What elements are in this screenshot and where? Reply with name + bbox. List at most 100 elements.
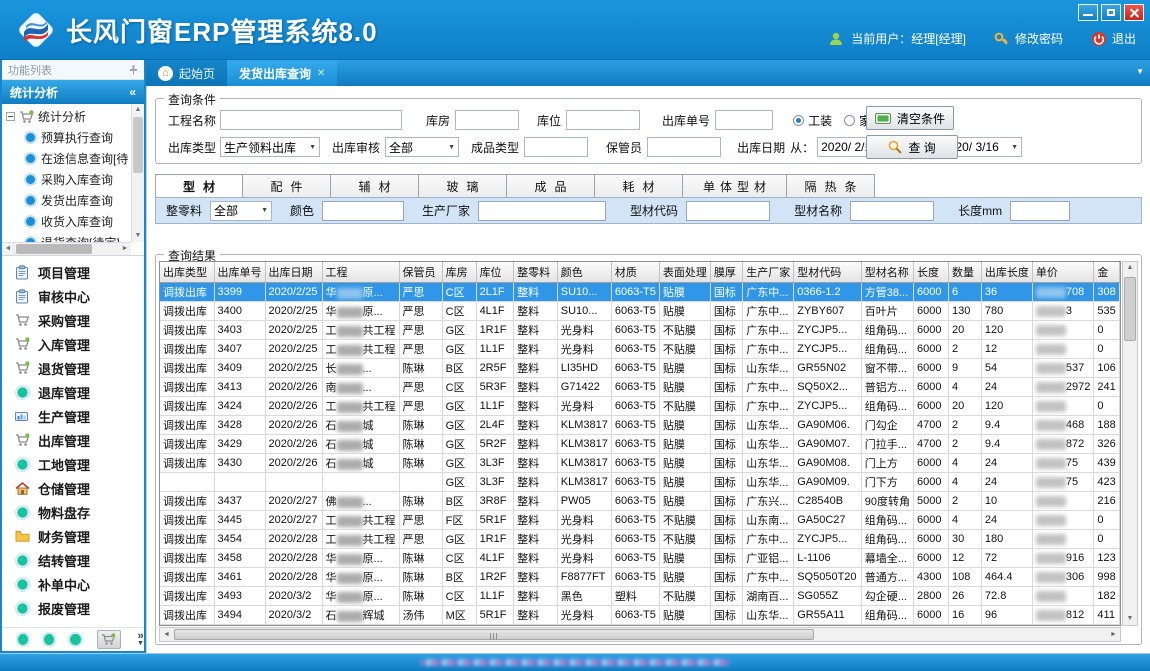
table-row[interactable]: 调拨出库34942020/3/2石辉城汤伟M区5R1F整料光身料6063-T5贴… bbox=[160, 606, 1120, 625]
radio-industrial[interactable]: 工装 bbox=[793, 112, 832, 129]
profile-code-input[interactable] bbox=[686, 201, 770, 221]
search-button[interactable]: 查 询 bbox=[866, 135, 958, 159]
tab-home[interactable]: ⌂ 起始页 bbox=[146, 60, 227, 86]
module-dot-icon[interactable] bbox=[44, 634, 54, 645]
table-row[interactable]: 调拨出库34282020/2/26石城陈琳G区2L4F整料KLM38176063… bbox=[160, 416, 1120, 435]
column-header-库位[interactable]: 库位 bbox=[476, 262, 514, 283]
scroll-left-icon[interactable]: ◄ bbox=[2, 243, 14, 255]
minimize-button[interactable] bbox=[1078, 4, 1098, 21]
audit-select[interactable]: 全部 ▼ bbox=[385, 137, 459, 157]
module-dot-icon[interactable] bbox=[18, 634, 28, 645]
sidebar-item-入库管理[interactable]: 入库管理 bbox=[2, 332, 144, 356]
sidebar-item-项目管理[interactable]: 项目管理 bbox=[2, 260, 144, 284]
logout-button[interactable]: 退出 bbox=[1091, 30, 1136, 47]
material-tab-单体型材[interactable]: 单体型材 bbox=[683, 174, 787, 197]
sidebar-item-结转管理[interactable]: 结转管理 bbox=[2, 548, 144, 572]
column-header-出库长度[interactable]: 出库长度 bbox=[981, 262, 1032, 283]
column-header-型材名称[interactable]: 型材名称 bbox=[861, 262, 913, 283]
sidebar-item-退货管理[interactable]: 退货管理 bbox=[2, 356, 144, 380]
table-row[interactable]: 调拨出库34452020/2/27工共工程严思F区5R1F整料光身料6063-T… bbox=[160, 511, 1120, 530]
table-row[interactable]: 调拨出库35002020/3/3工共工程曹佳D区3L1F整料LT3P606063… bbox=[160, 625, 1120, 627]
table-row[interactable]: 调拨出库34302020/2/26石城陈琳G区3L3F整料KLM38176063… bbox=[160, 454, 1120, 473]
column-header-出库类型[interactable]: 出库类型 bbox=[160, 262, 214, 283]
module-dot-icon[interactable] bbox=[70, 634, 80, 645]
tree-item-预算执行查询[interactable]: 预算执行查询 bbox=[4, 127, 130, 148]
order-no-input[interactable] bbox=[715, 110, 773, 130]
sidebar-overflow-button[interactable]: » ▼ bbox=[137, 632, 144, 648]
close-button[interactable] bbox=[1124, 4, 1144, 21]
material-tab-型材[interactable]: 型材 bbox=[155, 174, 243, 197]
table-row[interactable]: 调拨出库34002020/2/25华原...严思C区4L1F整料SU10...6… bbox=[160, 302, 1120, 321]
table-vscrollbar[interactable]: ▲ ▼ bbox=[1122, 261, 1138, 626]
column-header-整零料[interactable]: 整零料 bbox=[514, 262, 558, 283]
out-type-select[interactable]: 生产领料出库 ▼ bbox=[220, 137, 320, 157]
sidebar-item-报废管理[interactable]: 报废管理 bbox=[2, 596, 144, 620]
material-tab-辅材[interactable]: 辅材 bbox=[331, 174, 419, 197]
tree-item-收货入库查询[interactable]: 收货入库查询 bbox=[4, 211, 130, 232]
tree-root-statistics[interactable]: 统计分析 bbox=[4, 106, 130, 127]
tree-item-在途信息查询[待[interactable]: 在途信息查询[待 bbox=[4, 148, 130, 169]
maker-input[interactable] bbox=[478, 201, 606, 221]
sidebar-item-审核中心[interactable]: 审核中心 bbox=[2, 284, 144, 308]
scroll-right-icon[interactable]: ► bbox=[1107, 628, 1120, 641]
column-header-型材代码[interactable]: 型材代码 bbox=[794, 262, 862, 283]
tree-vscrollbar[interactable]: ▲ ▼ bbox=[131, 104, 144, 242]
table-row[interactable]: 调拨出库34032020/2/25工共工程严思G区1R1F整料光身料6063-T… bbox=[160, 321, 1120, 340]
column-header-单价[interactable]: 单价 bbox=[1032, 262, 1093, 283]
column-header-出库日期[interactable]: 出库日期 bbox=[265, 262, 322, 283]
warehouse-input[interactable] bbox=[455, 110, 519, 130]
keeper-input[interactable] bbox=[647, 137, 721, 157]
cart-module-button[interactable] bbox=[97, 630, 121, 649]
table-row[interactable]: 调拨出库34092020/2/25长...陈琳B区2R5F整料LI35HD606… bbox=[160, 359, 1120, 378]
sidebar-item-出库管理[interactable]: 出库管理 bbox=[2, 428, 144, 452]
whole-part-select[interactable]: 全部 ▼ bbox=[210, 201, 272, 221]
column-header-保管员[interactable]: 保管员 bbox=[399, 262, 442, 283]
table-row[interactable]: 调拨出库34932020/3/2华原...陈琳C区1L1F整料黑色塑料不贴膜国标… bbox=[160, 587, 1120, 606]
column-header-金[interactable]: 金 bbox=[1094, 262, 1120, 283]
scroll-down-icon[interactable]: ▼ bbox=[1123, 613, 1137, 625]
table-hscrollbar[interactable]: ◄ ► bbox=[159, 627, 1121, 642]
sidebar-item-工地管理[interactable]: 工地管理 bbox=[2, 452, 144, 476]
product-type-input[interactable] bbox=[524, 137, 588, 157]
maximize-button[interactable] bbox=[1101, 4, 1121, 21]
column-header-数量[interactable]: 数量 bbox=[949, 262, 982, 283]
table-row[interactable]: 调拨出库34612020/2/28华原...陈琳B区1R2F整料F8877FT6… bbox=[160, 568, 1120, 587]
column-header-长度[interactable]: 长度 bbox=[914, 262, 949, 283]
material-tab-隔热条[interactable]: 隔热条 bbox=[787, 174, 875, 197]
collapse-node-icon[interactable] bbox=[6, 112, 15, 121]
table-row[interactable]: 调拨出库33992020/2/25华原...严思C区2L1F整料SU10...6… bbox=[160, 283, 1120, 302]
table-row[interactable]: 调拨出库34132020/2/26南...严思C区5R3F整料G71422606… bbox=[160, 378, 1120, 397]
tree-item-发货出库查询[interactable]: 发货出库查询 bbox=[4, 190, 130, 211]
table-row[interactable]: 调拨出库34582020/2/28华原...陈琳C区4L1F整料光身料6063-… bbox=[160, 549, 1120, 568]
change-password-button[interactable]: 修改密码 bbox=[994, 30, 1063, 47]
column-header-膜厚[interactable]: 膜厚 bbox=[710, 262, 742, 283]
profile-name-input[interactable] bbox=[850, 201, 934, 221]
pin-icon[interactable] bbox=[129, 64, 138, 75]
material-tab-玻璃[interactable]: 玻璃 bbox=[419, 174, 507, 197]
column-header-材质[interactable]: 材质 bbox=[611, 262, 659, 283]
table-row[interactable]: 调拨出库34072020/2/25工共工程严思G区1L1F整料光身料6063-T… bbox=[160, 340, 1120, 359]
scroll-up-icon[interactable]: ▲ bbox=[132, 104, 144, 116]
tree-hscrollbar[interactable]: ◄ ► bbox=[2, 242, 131, 255]
table-row[interactable]: 调拨出库34242020/2/26工共工程严思G区1L1F整料光身料6063-T… bbox=[160, 397, 1120, 416]
material-tab-成品[interactable]: 成品 bbox=[507, 174, 595, 197]
table-row[interactable]: 调拨出库34292020/2/26石城陈琳G区5R2F整料KLM38176063… bbox=[160, 435, 1120, 454]
sidebar-item-仓储管理[interactable]: 仓储管理 bbox=[2, 476, 144, 500]
sidebar-item-物料盘存[interactable]: 物料盘存 bbox=[2, 500, 144, 524]
tab-shipment-outbound-query[interactable]: 发货出库查询 ✕ bbox=[227, 60, 337, 86]
length-input[interactable] bbox=[1010, 201, 1070, 221]
column-header-工程[interactable]: 工程 bbox=[322, 262, 399, 283]
location-input[interactable] bbox=[566, 110, 640, 130]
sidebar-item-生产管理[interactable]: 生产管理 bbox=[2, 404, 144, 428]
scroll-down-icon[interactable]: ▼ bbox=[132, 230, 144, 242]
table-row[interactable]: 调拨出库34372020/2/27佛...陈琳B区3R8F整料PW056063-… bbox=[160, 492, 1120, 511]
column-header-库房[interactable]: 库房 bbox=[442, 262, 476, 283]
tab-list-caret-icon[interactable]: ▼ bbox=[1136, 67, 1144, 76]
sidebar-item-采购管理[interactable]: 采购管理 bbox=[2, 308, 144, 332]
scroll-right-icon[interactable]: ► bbox=[119, 243, 131, 255]
color-input[interactable] bbox=[322, 201, 404, 221]
material-tab-配件[interactable]: 配件 bbox=[243, 174, 331, 197]
column-header-出库单号[interactable]: 出库单号 bbox=[214, 262, 265, 283]
clear-conditions-button[interactable]: 清空条件 bbox=[866, 106, 954, 130]
material-tab-耗材[interactable]: 耗材 bbox=[595, 174, 683, 197]
